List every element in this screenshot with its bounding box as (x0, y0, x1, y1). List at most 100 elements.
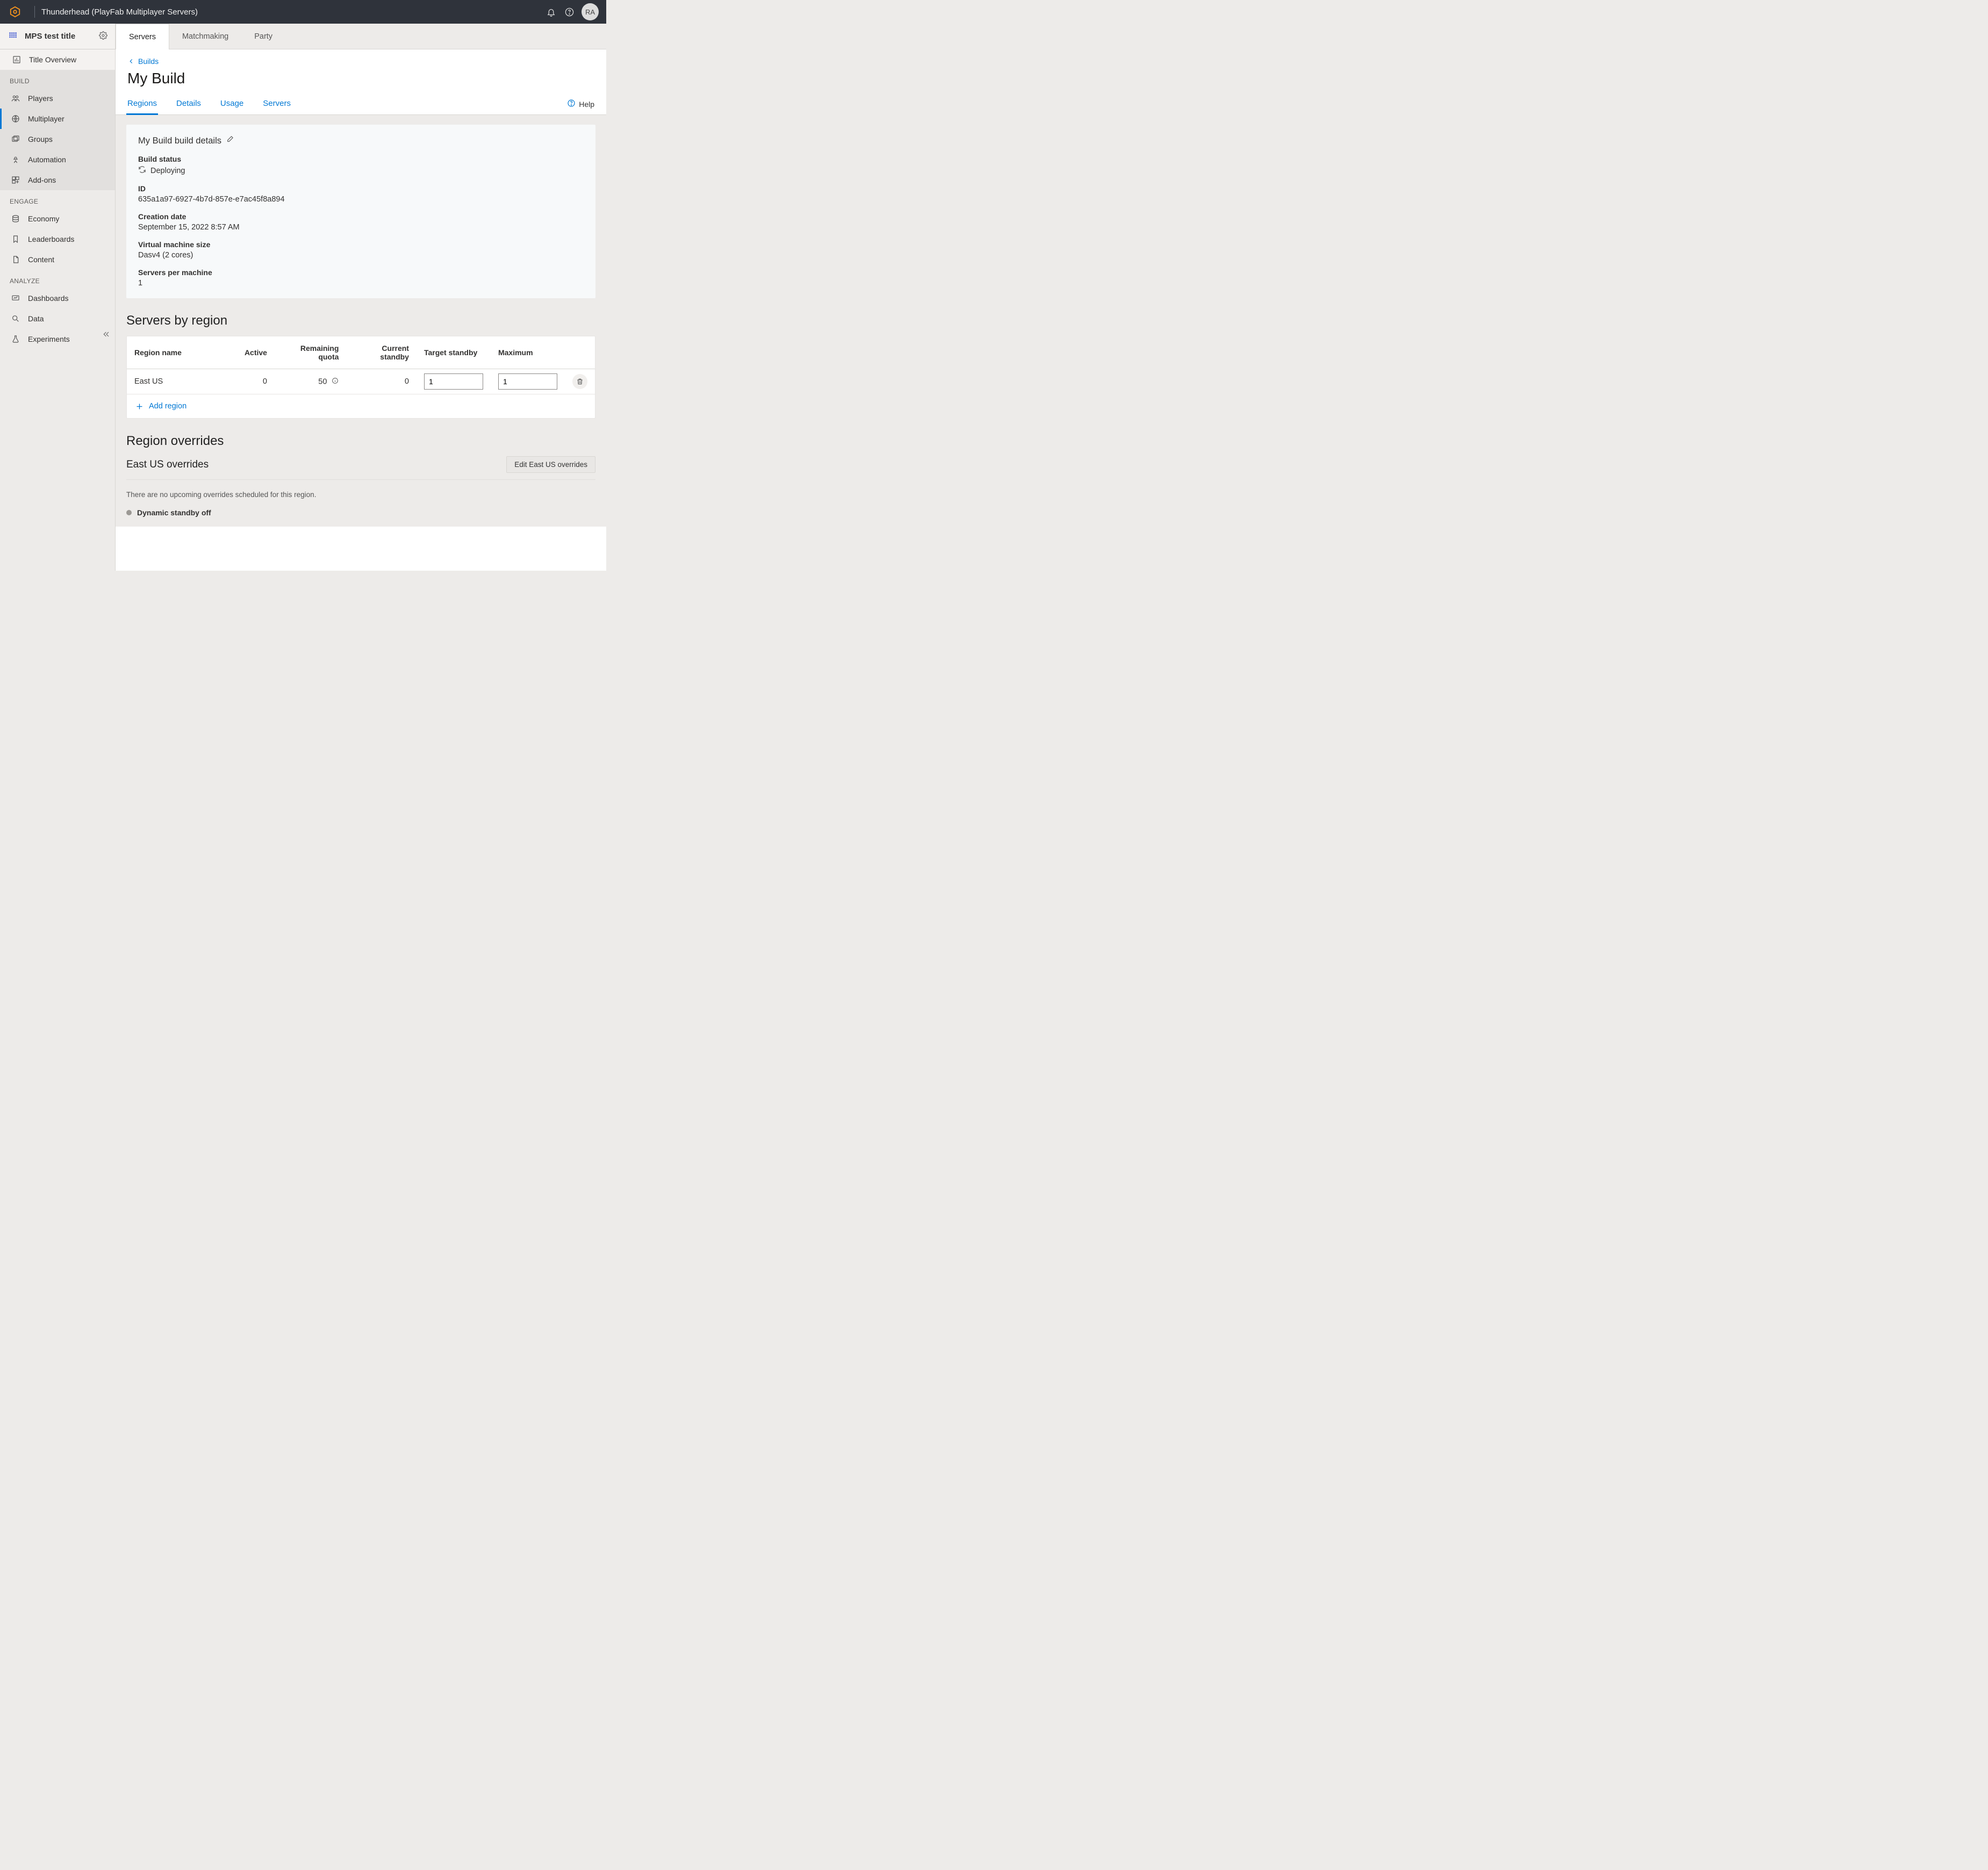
region-overrides-title: Region overrides (126, 434, 595, 449)
refresh-icon (138, 166, 146, 176)
sidebar-title: MPS test title (25, 32, 75, 41)
help-link[interactable]: Help (567, 99, 594, 114)
table-row: East US 0 50 0 (127, 369, 595, 394)
sidebar-item-leaderboards[interactable]: Leaderboards (0, 229, 115, 249)
sidebar-item-label: Leaderboards (28, 235, 74, 243)
sidebar-item-economy[interactable]: Economy (0, 208, 115, 229)
sidebar-item-label: Players (28, 94, 53, 103)
sidebar-item-dashboards[interactable]: Dashboards (0, 288, 115, 308)
tab-servers[interactable]: Servers (116, 24, 169, 49)
sidebar-item-label: Groups (28, 135, 53, 143)
cell-region: East US (127, 369, 233, 394)
subtab-regions[interactable]: Regions (127, 99, 157, 114)
sidebar-item-data[interactable]: Data (0, 308, 115, 329)
collapse-sidebar-icon[interactable] (102, 332, 111, 340)
sidebar-item-label: Data (28, 314, 44, 323)
th-max: Maximum (491, 336, 565, 369)
bookmark-icon (11, 234, 20, 244)
breadcrumb-builds[interactable]: Builds (116, 49, 606, 67)
tab-party[interactable]: Party (241, 24, 285, 49)
sidebar-item-label: Dashboards (28, 294, 69, 303)
subtab-servers[interactable]: Servers (263, 99, 291, 114)
sidebar-item-overview[interactable]: Title Overview (0, 49, 115, 70)
edit-icon[interactable] (226, 135, 234, 146)
sidebar-item-addons[interactable]: Add-ons (0, 170, 115, 190)
sidebar-item-label: Add-ons (28, 176, 56, 184)
sidebar-item-label: Experiments (28, 335, 70, 343)
cell-standby: 0 (346, 369, 417, 394)
build-id-value: 635a1a97-6927-4b7d-857e-e7ac45f8a894 (138, 195, 584, 204)
th-standby: Current standby (346, 336, 417, 369)
add-region-label: Add region (149, 402, 186, 411)
creation-date-label: Creation date (138, 212, 584, 221)
sidebar-item-experiments[interactable]: Experiments (0, 329, 115, 349)
tab-matchmaking[interactable]: Matchmaking (169, 24, 241, 49)
add-region-button[interactable]: Add region (127, 394, 595, 418)
sidebar-item-label: Title Overview (29, 55, 76, 64)
sidebar-header: MPS test title (0, 24, 115, 49)
servers-per-machine-value: 1 (138, 279, 584, 287)
target-standby-input[interactable] (424, 373, 483, 390)
groups-icon (11, 134, 20, 144)
th-quota: Remaining quota (275, 336, 346, 369)
th-target: Target standby (417, 336, 491, 369)
info-icon[interactable] (331, 377, 339, 384)
build-details-card: My Build build details Build status Depl… (126, 125, 595, 298)
servers-by-region-title: Servers by region (126, 313, 595, 328)
sidebar-item-content[interactable]: Content (0, 249, 115, 270)
no-overrides-message: There are no upcoming overrides schedule… (126, 491, 595, 499)
top-tabs: Servers Matchmaking Party (116, 24, 606, 49)
sidebar-item-multiplayer[interactable]: Multiplayer (0, 109, 115, 129)
sidebar-section-engage: ENGAGE (0, 190, 115, 208)
dashboards-icon (11, 293, 20, 303)
players-icon (11, 94, 20, 103)
creation-date-value: September 15, 2022 8:57 AM (138, 223, 584, 232)
flask-icon (11, 334, 20, 344)
notifications-icon[interactable] (542, 3, 560, 21)
th-region: Region name (127, 336, 233, 369)
dynamic-standby-label: Dynamic standby off (137, 508, 211, 517)
east-overrides-title: East US overrides (126, 459, 209, 471)
sidebar-item-groups[interactable]: Groups (0, 129, 115, 149)
page-title: My Build (116, 67, 606, 92)
maximum-input[interactable] (498, 373, 557, 390)
subtab-details[interactable]: Details (176, 99, 201, 114)
build-id-label: ID (138, 184, 584, 193)
sub-tabs: Regions Details Usage Servers Help (116, 92, 606, 115)
build-details-title: My Build build details (138, 135, 584, 146)
cell-target (417, 369, 491, 394)
gear-icon[interactable] (99, 31, 107, 41)
breadcrumb-label: Builds (138, 57, 159, 66)
cell-max (491, 369, 565, 394)
delete-region-button[interactable] (572, 374, 587, 389)
document-icon (11, 255, 20, 264)
help-label: Help (579, 100, 594, 109)
addons-icon (11, 175, 20, 185)
dynamic-standby-row: Dynamic standby off (126, 508, 595, 517)
build-status-value: Deploying (150, 167, 185, 175)
sidebar-item-label: Automation (28, 155, 66, 164)
sidebar-section-build: BUILD (0, 70, 115, 88)
automation-icon (11, 155, 20, 164)
help-icon[interactable] (560, 3, 578, 21)
edit-overrides-button[interactable]: Edit East US overrides (506, 456, 595, 473)
main: Servers Matchmaking Party Builds My Buil… (116, 24, 606, 571)
sidebar-item-label: Content (28, 255, 54, 264)
economy-icon (11, 214, 20, 224)
status-dot-icon (126, 510, 132, 515)
topbar-divider (34, 6, 35, 18)
chart-icon (12, 55, 21, 64)
sidebar-item-label: Economy (28, 214, 59, 223)
sidebar-item-automation[interactable]: Automation (0, 149, 115, 170)
globe-icon (11, 114, 20, 124)
sidebar-item-players[interactable]: Players (0, 88, 115, 109)
playfab-logo-icon (9, 5, 21, 18)
regions-table: Region name Active Remaining quota Curre… (126, 336, 595, 419)
vm-size-value: Dasv4 (2 cores) (138, 251, 584, 260)
cell-quota: 50 (275, 369, 346, 394)
avatar[interactable]: RA (582, 3, 599, 20)
subtab-usage[interactable]: Usage (220, 99, 243, 114)
build-status-label: Build status (138, 155, 584, 163)
sidebar-item-label: Multiplayer (28, 114, 64, 123)
servers-per-machine-label: Servers per machine (138, 268, 584, 277)
